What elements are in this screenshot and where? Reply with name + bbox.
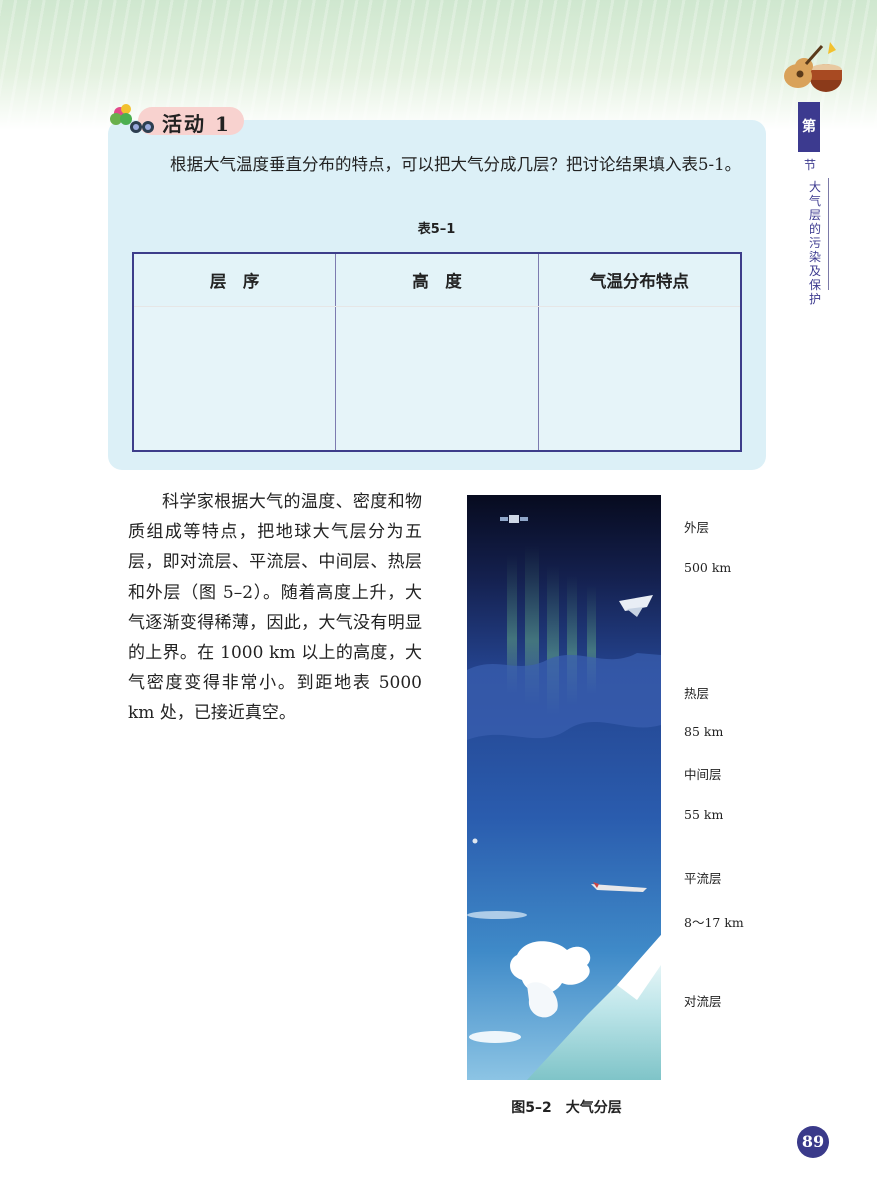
table-row bbox=[133, 306, 741, 451]
section-marker: 节 bbox=[803, 158, 816, 172]
label-thermosphere: 热层 bbox=[684, 686, 710, 701]
label-8-17km: 8～17 km bbox=[684, 915, 744, 930]
label-mesosphere: 中间层 bbox=[684, 767, 722, 782]
guitar-drum-icon bbox=[784, 42, 842, 92]
label-85km: 85 km bbox=[684, 724, 724, 739]
label-stratosphere: 平流层 bbox=[684, 871, 722, 886]
flower-binoculars-icon bbox=[110, 104, 154, 133]
figure-caption-text: 图5–2 大气分层 bbox=[511, 1100, 622, 1116]
chapter-number-tab: 第 bbox=[798, 102, 820, 152]
table-caption-text: 表5–1 bbox=[417, 222, 456, 237]
activity-label: 活动 1 bbox=[162, 112, 231, 136]
activity-instruction: 根据大气温度垂直分布的特点，可以把大气分成几层？把讨论结果填入表5-1。 bbox=[170, 155, 742, 174]
main-paragraph: 科学家根据大气的温度、密度和物质组成等特点，把地球大气层分为五层，即对流层、平流… bbox=[128, 487, 422, 729]
layer-table: 层 序 高 度 气温分布特点 bbox=[132, 252, 742, 452]
col-header-height: 高 度 bbox=[335, 253, 539, 307]
paragraph-text: 科学家根据大气的温度、密度和物质组成等特点，把地球大气层分为五层，即对流层、平流… bbox=[128, 492, 422, 724]
balloon-icon bbox=[472, 838, 478, 844]
label-troposphere: 对流层 bbox=[684, 994, 722, 1009]
activity-badge: 活动 1 bbox=[108, 103, 244, 137]
label-exosphere: 外层 bbox=[684, 520, 710, 535]
col-header-order: 层 序 bbox=[133, 253, 337, 307]
page-number: 89 bbox=[797, 1126, 829, 1158]
table-header-row: 层 序 高 度 气温分布特点 bbox=[133, 253, 742, 307]
table-cell-height[interactable] bbox=[335, 306, 539, 451]
atmosphere-layers-illustration bbox=[467, 495, 661, 1080]
table-caption: 表5–1 bbox=[0, 218, 877, 237]
label-55km: 55 km bbox=[684, 807, 724, 822]
table-cell-temperature[interactable] bbox=[538, 306, 741, 451]
col-header-temperature: 气温分布特点 bbox=[538, 253, 742, 307]
table-cell-order[interactable] bbox=[133, 306, 337, 451]
label-500km: 500 km bbox=[684, 560, 732, 575]
figure-caption: 图5–2 大气分层 bbox=[0, 1097, 877, 1117]
section-title: 大气层的污染及保护 bbox=[808, 180, 821, 306]
